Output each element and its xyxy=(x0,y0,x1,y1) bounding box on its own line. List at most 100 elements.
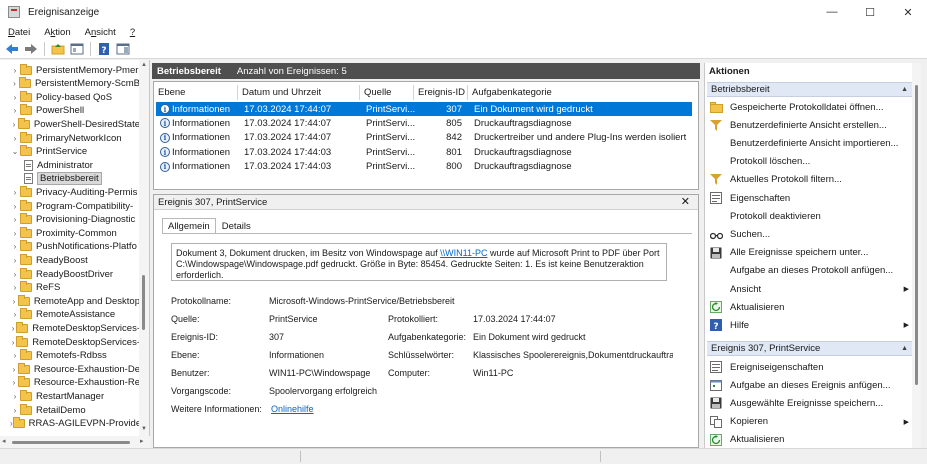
action-item[interactable]: Aktualisieren xyxy=(709,298,913,316)
tree-item[interactable]: › Resource-Exhaustion-Re xyxy=(0,376,140,390)
collapsed-chevron-icon[interactable]: › xyxy=(10,378,18,387)
action-item[interactable]: Ereigniseigenschaften xyxy=(709,358,913,376)
menu-aktion[interactable]: Aktion xyxy=(36,27,76,38)
tree-item[interactable]: › PrimaryNetworkIcon xyxy=(0,131,140,145)
collapsed-chevron-icon[interactable]: › xyxy=(10,66,20,75)
collapsed-chevron-icon[interactable]: › xyxy=(10,392,20,401)
tree-item[interactable]: › PushNotifications-Platfo xyxy=(0,240,140,254)
scroll-up-arrow-icon[interactable]: ▲ xyxy=(141,62,147,68)
collapsed-chevron-icon[interactable]: › xyxy=(10,297,18,306)
action-item[interactable]: Ansicht ▶ xyxy=(709,280,913,298)
onlinehilfe-link[interactable]: Onlinehilfe xyxy=(271,404,314,414)
collapsed-chevron-icon[interactable]: › xyxy=(10,256,20,265)
action-item[interactable]: Eigenschaften xyxy=(709,189,913,207)
action-item[interactable]: Alle Ereignisse speichern unter... xyxy=(709,244,913,262)
tree-item[interactable]: › Proximity-Common xyxy=(0,226,140,240)
collapsed-chevron-icon[interactable]: › xyxy=(10,283,20,292)
column-header-ereignis-id[interactable]: Ereignis-ID xyxy=(414,85,468,100)
tree-item[interactable]: ⌄ PrintService xyxy=(0,145,140,159)
collapsed-chevron-icon[interactable]: › xyxy=(10,242,20,251)
collapsed-chevron-icon[interactable]: › xyxy=(10,365,18,374)
tree-item[interactable]: › ReadyBoostDriver xyxy=(0,267,140,281)
column-header-aufgabenkategorie[interactable]: Aufgabenkategorie xyxy=(468,85,694,100)
scroll-thumb[interactable] xyxy=(12,441,130,444)
tree-item[interactable]: › ReFS xyxy=(0,281,140,295)
menu-ansicht[interactable]: Ansicht xyxy=(77,27,122,38)
collapse-caret-icon[interactable]: ▲ xyxy=(901,345,908,352)
column-header-quelle[interactable]: Quelle xyxy=(360,85,414,100)
collapsed-chevron-icon[interactable]: › xyxy=(10,106,20,115)
tree-item[interactable]: › RemoteDesktopServices- xyxy=(0,321,140,335)
action-item[interactable]: Benutzerdefinierte Ansicht erstellen... xyxy=(709,116,913,134)
event-row[interactable]: i Informationen 17.03.2024 17:44:03 PrintSe… xyxy=(156,160,692,174)
event-description[interactable]: Dokument 3, Dokument drucken, im Besitz … xyxy=(171,243,667,281)
forward-arrow-icon[interactable] xyxy=(23,42,39,57)
menu-help[interactable]: ? xyxy=(122,27,141,38)
expanded-chevron-icon[interactable]: ⌄ xyxy=(10,147,20,156)
actions-section-event[interactable]: Ereignis 307, PrintService ▲ xyxy=(707,341,913,356)
tree-horizontal-scrollbar[interactable]: ◂ ▸ xyxy=(0,436,150,448)
event-list[interactable]: Ebene Datum und Uhrzeit Quelle Ereignis-… xyxy=(153,81,699,190)
tree-item[interactable]: › PersistentMemory-ScmB xyxy=(0,77,140,91)
scroll-thumb[interactable] xyxy=(915,85,918,385)
action-item[interactable]: Kopieren ▶ xyxy=(709,413,913,431)
action-item[interactable]: Suchen... xyxy=(709,225,913,243)
tree-item[interactable]: › Program-Compatibility- xyxy=(0,199,140,213)
action-item[interactable]: Aufgabe an dieses Ereignis anfügen... xyxy=(709,376,913,394)
tree-item[interactable]: Betriebsbereit xyxy=(0,172,140,186)
back-arrow-icon[interactable] xyxy=(4,42,20,57)
console-tree[interactable]: › PersistentMemory-Pmer › PersistentMemory-… xyxy=(0,60,150,448)
actions-scrollbar[interactable] xyxy=(912,63,921,448)
tree-item[interactable]: › ReadyBoost xyxy=(0,253,140,267)
tree-item[interactable]: › RRAS-AGILEVPN-Provide xyxy=(0,417,140,431)
tab-details[interactable]: Details xyxy=(216,218,257,234)
column-header-datum[interactable]: Datum und Uhrzeit xyxy=(238,85,360,100)
scroll-left-arrow-icon[interactable]: ◂ xyxy=(2,437,6,445)
column-header-ebene[interactable]: Ebene xyxy=(154,85,238,100)
tree-item[interactable]: › RemoteDesktopServices- xyxy=(0,335,140,349)
action-item[interactable]: ? Hilfe ▶ xyxy=(709,316,913,334)
actions-section-log[interactable]: Betriebsbereit ▲ xyxy=(707,82,913,97)
collapsed-chevron-icon[interactable]: › xyxy=(10,79,19,88)
tree-item[interactable]: › RestartManager xyxy=(0,389,140,403)
folder-up-icon[interactable] xyxy=(50,42,66,57)
tree-item[interactable]: › Remotefs-Rdbss xyxy=(0,349,140,363)
tree-item[interactable]: › Policy-based QoS xyxy=(0,90,140,104)
tree-item[interactable]: › RemoteAssistance xyxy=(0,308,140,322)
close-button[interactable]: ✕ xyxy=(889,0,927,24)
tree-item[interactable]: › PersistentMemory-Pmer xyxy=(0,63,140,77)
tree-item[interactable]: Administrator xyxy=(0,158,140,172)
action-item[interactable]: Protokoll deaktivieren xyxy=(709,207,913,225)
collapsed-chevron-icon[interactable]: › xyxy=(10,270,20,279)
action-item[interactable]: Aufgabe an dieses Protokoll anfügen... xyxy=(709,262,913,280)
tree-item[interactable]: › RetailDemo xyxy=(0,403,140,417)
computer-link[interactable]: \\WIN11-PC xyxy=(440,248,487,258)
action-pane-icon[interactable] xyxy=(115,42,131,57)
collapsed-chevron-icon[interactable]: › xyxy=(10,188,20,197)
scroll-down-arrow-icon[interactable]: ▼ xyxy=(141,426,147,432)
menu-datei[interactable]: Datei xyxy=(0,27,36,38)
tree-item[interactable]: › PowerShell xyxy=(0,104,140,118)
collapsed-chevron-icon[interactable]: › xyxy=(10,310,20,319)
tree-item[interactable]: › Resource-Exhaustion-De xyxy=(0,362,140,376)
tab-allgemein[interactable]: Allgemein xyxy=(162,218,216,234)
console-tree-icon[interactable] xyxy=(69,42,85,57)
collapsed-chevron-icon[interactable]: › xyxy=(10,215,20,224)
event-row[interactable]: i Informationen 17.03.2024 17:44:07 PrintSe… xyxy=(156,116,692,130)
event-row[interactable]: i Informationen 17.03.2024 17:44:03 PrintSe… xyxy=(156,145,692,159)
tree-item[interactable]: › Provisioning-Diagnostic xyxy=(0,213,140,227)
collapsed-chevron-icon[interactable]: › xyxy=(10,202,20,211)
help-icon[interactable]: ? xyxy=(96,42,112,57)
event-row[interactable]: i Informationen 17.03.2024 17:44:07 PrintSe… xyxy=(156,131,692,145)
action-item[interactable]: Aktualisieren xyxy=(709,431,913,449)
tree-item[interactable]: › Privacy-Auditing-Permis xyxy=(0,185,140,199)
collapsed-chevron-icon[interactable]: › xyxy=(10,406,20,415)
action-item[interactable]: Protokoll löschen... xyxy=(709,153,913,171)
collapsed-chevron-icon[interactable]: › xyxy=(10,93,20,102)
tree-item[interactable]: › RemoteApp and Desktop xyxy=(0,294,140,308)
scroll-thumb[interactable] xyxy=(142,275,145,330)
collapsed-chevron-icon[interactable]: › xyxy=(10,229,20,238)
action-item[interactable]: Ausgewählte Ereignisse speichern... xyxy=(709,394,913,412)
action-item[interactable]: Aktuelles Protokoll filtern... xyxy=(709,171,913,189)
tree-vertical-scrollbar[interactable]: ▲ ▼ xyxy=(139,60,149,448)
